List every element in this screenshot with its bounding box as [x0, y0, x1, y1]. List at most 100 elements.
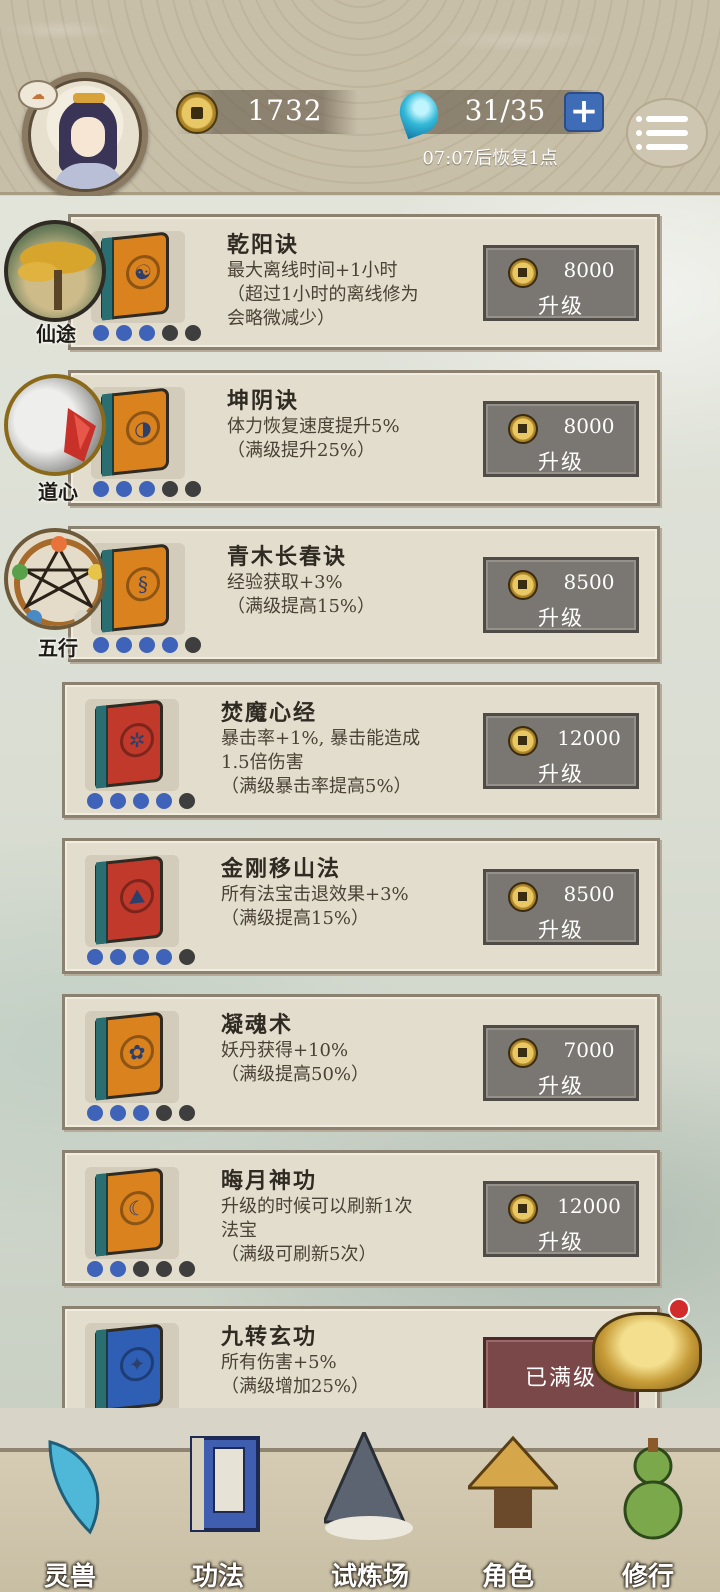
- level-dot: [87, 949, 103, 965]
- coin-icon: [508, 1038, 538, 1068]
- skill-emblem-icon: ☾: [120, 1189, 154, 1227]
- skill-description: 升级的时候可以刷新1次 法宝 （满级可刷新5次）: [221, 1196, 413, 1265]
- menu-line-icon: [636, 116, 688, 122]
- skill-card: ✦ 九转玄功 所有伤害+5% （满级增加25%） 已满级: [62, 1306, 660, 1408]
- level-dot: [185, 481, 201, 497]
- coin-count: 1732: [247, 94, 323, 127]
- level-dot: [116, 325, 132, 341]
- upgrade-button[interactable]: 8500 升级: [483, 869, 639, 945]
- skill-emblem-icon: ☯: [126, 253, 160, 291]
- nav-gongfa[interactable]: 功法: [158, 1436, 278, 1592]
- feather-icon: [48, 1440, 100, 1535]
- level-dot: [110, 793, 126, 809]
- skill-card: ☾ 晦月神功 升级的时候可以刷新1次 法宝 （满级可刷新5次） 12000 升级: [62, 1150, 660, 1286]
- nav-shilianchang[interactable]: 试炼场: [300, 1432, 440, 1592]
- treasure-cauldron-icon[interactable]: [592, 1312, 702, 1392]
- upgrade-price: 12000: [557, 1194, 621, 1218]
- nav-juese[interactable]: 角色: [448, 1435, 568, 1592]
- level-dot: [156, 1261, 172, 1277]
- skill-emblem-icon: ✦: [120, 1345, 154, 1383]
- level-dot: [139, 481, 155, 497]
- energy-recover-timer: 07:07后恢复1点: [422, 148, 558, 169]
- skill-description: 妖丹获得+10% （满级提高50%）: [221, 1040, 370, 1085]
- level-dot: [110, 949, 126, 965]
- level-dot: [110, 1261, 126, 1277]
- skill-name: 焚魔心经: [221, 700, 318, 726]
- level-dot: [87, 793, 103, 809]
- skill-description: 暴击率+1%, 暴击能造成 1.5倍伤害 （满级暴击率提高5%）: [221, 728, 421, 797]
- skill-level-dots: [93, 481, 201, 499]
- skill-emblem-icon: ✲: [120, 721, 154, 759]
- skill-book-icon: ⛰: [95, 855, 163, 945]
- skill-level-dots: [87, 949, 195, 967]
- skill-emblem-icon: §: [126, 565, 160, 603]
- nav-xiuxing[interactable]: 修行: [588, 1438, 708, 1592]
- skill-description: 所有法宝击退效果+3% （满级提高15%）: [221, 884, 409, 929]
- skill-book-icon: ☯: [101, 231, 169, 321]
- upgrade-price: 8500: [563, 882, 615, 906]
- wuxing-icon[interactable]: [4, 528, 106, 630]
- level-dot: [179, 1105, 195, 1121]
- level-dot: [116, 637, 132, 653]
- skill-book-icon: ✲: [95, 699, 163, 789]
- level-dot: [162, 481, 178, 497]
- skill-book-icon: ✦: [95, 1323, 163, 1408]
- daoxin-icon[interactable]: [4, 374, 106, 476]
- add-energy-button[interactable]: +: [564, 92, 604, 132]
- upgrade-button[interactable]: 12000 升级: [483, 713, 639, 789]
- level-dot: [179, 793, 195, 809]
- nav-label: 功法: [191, 1562, 244, 1592]
- coin-icon: [508, 882, 538, 912]
- skill-card: ◑ 坤阴诀 体力恢复速度提升5% （满级提升25%） 8000 升级: [68, 370, 660, 506]
- nav-label: 修行: [621, 1562, 674, 1592]
- skill-list[interactable]: ☯ 乾阳诀 最大离线时间+1小时 （超过1小时的离线修为 会略微减少） 8000 升级 ◑…: [0, 196, 720, 1408]
- level-dot: [87, 1261, 103, 1277]
- level-dot: [185, 325, 201, 341]
- upgrade-label: 升级: [538, 918, 584, 942]
- level-dot: [156, 793, 172, 809]
- level-dot: [139, 637, 155, 653]
- nav-label: 试炼场: [330, 1562, 409, 1592]
- level-dot: [162, 637, 178, 653]
- straw-hat-icon: [468, 1435, 558, 1528]
- skill-name: 金刚移山法: [221, 856, 342, 882]
- upgrade-label: 升级: [538, 762, 584, 786]
- upgrade-button[interactable]: 8000 升级: [483, 401, 639, 477]
- skill-description: 经验获取+3% （满级提高15%）: [227, 572, 376, 617]
- coin-icon: [508, 414, 538, 444]
- nav-label: 灵兽: [43, 1562, 96, 1592]
- upgrade-button[interactable]: 7000 升级: [483, 1025, 639, 1101]
- skill-name: 乾阳诀: [227, 232, 300, 258]
- skill-card: ☯ 乾阳诀 最大离线时间+1小时 （超过1小时的离线修为 会略微减少） 8000 升级: [68, 214, 660, 350]
- side-label-xiantu: 仙途: [36, 322, 76, 346]
- skill-description: 体力恢复速度提升5% （满级提升25%）: [227, 416, 400, 461]
- skill-description: 所有伤害+5% （满级增加25%）: [221, 1352, 370, 1397]
- coin-icon: [508, 570, 538, 600]
- level-dot: [162, 325, 178, 341]
- menu-line-icon: [636, 130, 688, 136]
- nav-lingshou[interactable]: 灵兽: [10, 1440, 130, 1592]
- upgrade-button[interactable]: 8000 升级: [483, 245, 639, 321]
- level-dot: [156, 1105, 172, 1121]
- coin-icon: [508, 258, 538, 288]
- skill-card: ✲ 焚魔心经 暴击率+1%, 暴击能造成 1.5倍伤害 （满级暴击率提高5%） 120…: [62, 682, 660, 818]
- side-label-wuxing: 五行: [38, 636, 78, 660]
- xiantu-icon[interactable]: [4, 220, 106, 322]
- skill-level-dots: [87, 1105, 195, 1123]
- level-dot: [116, 481, 132, 497]
- copper-coin-icon: [176, 92, 218, 134]
- cloud-badge-icon: ☁: [18, 80, 58, 110]
- upgrade-price: 7000: [563, 1038, 615, 1062]
- level-dot: [179, 949, 195, 965]
- level-dot: [87, 1105, 103, 1121]
- upgrade-price: 8500: [563, 570, 615, 594]
- skill-level-dots: [93, 325, 201, 343]
- upgrade-label: 升级: [538, 1230, 584, 1254]
- top-bar: ☁ 1732 31/35 + 07:07后恢复1点: [0, 0, 720, 198]
- skill-name: 九转玄功: [221, 1324, 318, 1350]
- menu-button[interactable]: [626, 98, 708, 168]
- skill-name: 晦月神功: [221, 1168, 318, 1194]
- skill-card: § 青木长春诀 经验获取+3% （满级提高15%） 8500 升级: [68, 526, 660, 662]
- upgrade-button[interactable]: 8500 升级: [483, 557, 639, 633]
- upgrade-button[interactable]: 12000 升级: [483, 1181, 639, 1257]
